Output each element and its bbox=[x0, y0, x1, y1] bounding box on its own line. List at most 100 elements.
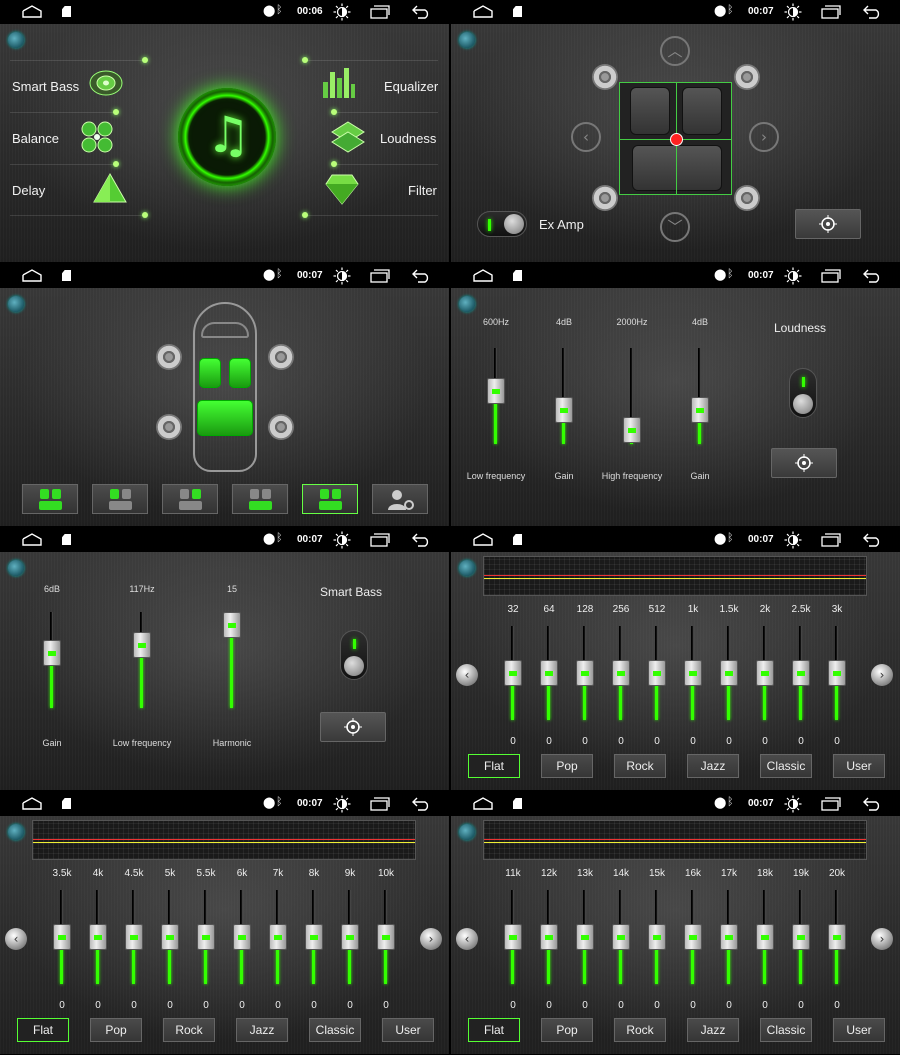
slider-thumb[interactable] bbox=[43, 640, 61, 666]
seat-preset-rear-button[interactable] bbox=[232, 484, 288, 514]
slider-thumb[interactable] bbox=[648, 924, 666, 950]
eq-band-slider[interactable] bbox=[89, 890, 107, 984]
slider-thumb[interactable] bbox=[341, 924, 359, 950]
home-icon[interactable] bbox=[473, 533, 493, 546]
eq-band-slider[interactable] bbox=[125, 890, 143, 984]
brightness-icon[interactable] bbox=[333, 267, 351, 285]
recent-apps-icon[interactable] bbox=[370, 797, 390, 811]
right-arrow-button[interactable]: › bbox=[749, 122, 779, 152]
slider-thumb[interactable] bbox=[756, 660, 774, 686]
eq-band-slider[interactable] bbox=[161, 890, 179, 984]
slider-thumb[interactable] bbox=[684, 660, 702, 686]
seat-preset-custom-all-button[interactable] bbox=[302, 484, 358, 514]
eq-preset-jazz-button[interactable]: Jazz bbox=[236, 1018, 288, 1042]
slider-thumb[interactable] bbox=[223, 612, 241, 638]
slider-thumb[interactable] bbox=[792, 660, 810, 686]
recent-apps-icon[interactable] bbox=[821, 533, 841, 547]
recent-apps-icon[interactable] bbox=[821, 269, 841, 283]
eq-preset-rock-button[interactable]: Rock bbox=[163, 1018, 215, 1042]
eq-prev-page-button[interactable]: ‹ bbox=[5, 928, 27, 950]
eq-band-slider[interactable] bbox=[377, 890, 395, 984]
slider-thumb[interactable] bbox=[504, 924, 522, 950]
eq-band-slider[interactable] bbox=[684, 890, 702, 984]
eq-preset-classic-button[interactable]: Classic bbox=[760, 1018, 812, 1042]
back-icon[interactable] bbox=[862, 796, 882, 811]
eq-band-slider[interactable] bbox=[576, 626, 594, 720]
eq-band-slider[interactable] bbox=[792, 890, 810, 984]
eq-preset-jazz-button[interactable]: Jazz bbox=[687, 1018, 739, 1042]
home-orb-icon[interactable] bbox=[8, 296, 24, 312]
back-icon[interactable] bbox=[862, 4, 882, 19]
eq-band-slider[interactable] bbox=[540, 626, 558, 720]
home-orb-icon[interactable] bbox=[8, 560, 24, 576]
slider-thumb[interactable] bbox=[612, 660, 630, 686]
eq-band-slider[interactable] bbox=[612, 890, 630, 984]
eq-preset-flat-button[interactable]: Flat bbox=[468, 1018, 520, 1042]
slider-thumb[interactable] bbox=[504, 660, 522, 686]
slider-thumb[interactable] bbox=[540, 660, 558, 686]
home-orb-icon[interactable] bbox=[8, 32, 24, 48]
home-icon[interactable] bbox=[473, 5, 493, 18]
slider-thumb[interactable] bbox=[133, 632, 151, 658]
eq-preset-flat-button[interactable]: Flat bbox=[17, 1018, 69, 1042]
back-icon[interactable] bbox=[411, 532, 431, 547]
home-icon[interactable] bbox=[473, 269, 493, 282]
eq-preset-jazz-button[interactable]: Jazz bbox=[687, 754, 739, 778]
back-icon[interactable] bbox=[411, 268, 431, 283]
seat-preset-user-settings-button[interactable] bbox=[372, 484, 428, 514]
brightness-icon[interactable] bbox=[784, 531, 802, 549]
eq-band-slider[interactable] bbox=[720, 626, 738, 720]
slider-thumb[interactable] bbox=[89, 924, 107, 950]
slider-thumb[interactable] bbox=[828, 924, 846, 950]
home-icon[interactable] bbox=[22, 269, 42, 282]
home-orb-icon[interactable] bbox=[459, 824, 475, 840]
eq-preset-rock-button[interactable]: Rock bbox=[614, 754, 666, 778]
balance-point-marker[interactable] bbox=[670, 133, 683, 146]
slider-thumb[interactable] bbox=[377, 924, 395, 950]
slider-thumb[interactable] bbox=[828, 660, 846, 686]
recent-apps-icon[interactable] bbox=[370, 5, 390, 19]
loudness-slider-2[interactable] bbox=[623, 348, 641, 444]
eq-band-slider[interactable] bbox=[612, 626, 630, 720]
loudness-slider-0[interactable] bbox=[487, 348, 505, 444]
slider-thumb[interactable] bbox=[648, 660, 666, 686]
eq-next-page-button[interactable]: › bbox=[871, 664, 893, 686]
left-arrow-button[interactable]: ‹ bbox=[571, 122, 601, 152]
back-icon[interactable] bbox=[862, 268, 882, 283]
eq-preset-user-button[interactable]: User bbox=[833, 754, 885, 778]
eq-band-slider[interactable] bbox=[828, 626, 846, 720]
slider-thumb[interactable] bbox=[691, 397, 709, 423]
home-icon[interactable] bbox=[22, 797, 42, 810]
eq-preset-classic-button[interactable]: Classic bbox=[309, 1018, 361, 1042]
recent-apps-icon[interactable] bbox=[821, 5, 841, 19]
brightness-icon[interactable] bbox=[333, 531, 351, 549]
slider-thumb[interactable] bbox=[684, 924, 702, 950]
eq-band-slider[interactable] bbox=[341, 890, 359, 984]
eq-band-slider[interactable] bbox=[504, 626, 522, 720]
slider-thumb[interactable] bbox=[720, 924, 738, 950]
eq-band-slider[interactable] bbox=[756, 890, 774, 984]
home-orb-icon[interactable] bbox=[459, 296, 475, 312]
eq-band-slider[interactable] bbox=[648, 626, 666, 720]
eq-band-slider[interactable] bbox=[504, 890, 522, 984]
eq-preset-pop-button[interactable]: Pop bbox=[541, 1018, 593, 1042]
reset-center-button[interactable] bbox=[795, 209, 861, 239]
eq-preset-pop-button[interactable]: Pop bbox=[541, 754, 593, 778]
slider-thumb[interactable] bbox=[576, 660, 594, 686]
loudness-reset-button[interactable] bbox=[771, 448, 837, 478]
eq-preset-pop-button[interactable]: Pop bbox=[90, 1018, 142, 1042]
brightness-icon[interactable] bbox=[784, 3, 802, 21]
down-arrow-button[interactable]: ﹀ bbox=[660, 212, 690, 242]
smart-bass-slider-1[interactable] bbox=[133, 612, 151, 708]
balance-seat-map[interactable] bbox=[619, 82, 732, 195]
eq-prev-page-button[interactable]: ‹ bbox=[456, 928, 478, 950]
smart-bass-toggle[interactable] bbox=[340, 630, 368, 680]
slider-thumb[interactable] bbox=[720, 660, 738, 686]
slider-thumb[interactable] bbox=[161, 924, 179, 950]
home-icon[interactable] bbox=[22, 533, 42, 546]
home-orb-icon[interactable] bbox=[459, 560, 475, 576]
eq-prev-page-button[interactable]: ‹ bbox=[456, 664, 478, 686]
music-note-icon[interactable]: ♫ bbox=[178, 88, 276, 186]
home-orb-icon[interactable] bbox=[459, 32, 475, 48]
slider-thumb[interactable] bbox=[756, 924, 774, 950]
